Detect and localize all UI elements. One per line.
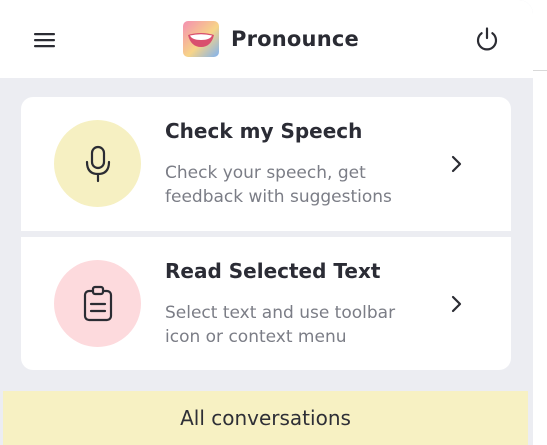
check-speech-description: Check your speech, get feedback with sug… <box>165 163 392 207</box>
divider <box>533 70 547 71</box>
check-speech-title: Check my Speech <box>165 119 363 143</box>
app-title: Pronounce <box>231 27 359 51</box>
microphone-icon <box>85 145 110 182</box>
read-text-title: Read Selected Text <box>165 259 381 283</box>
power-button[interactable] <box>473 25 501 53</box>
chevron-right-icon <box>451 155 462 173</box>
header-bar: Pronounce <box>0 0 533 78</box>
chevron-right-icon <box>451 295 462 313</box>
extension-popup: Pronounce Check my Speech Check your spe… <box>0 0 533 445</box>
check-speech-icon-circle <box>54 120 141 207</box>
check-speech-card[interactable]: Check my Speech Check your speech, get f… <box>21 97 511 231</box>
smiling-mouth-logo <box>183 21 219 57</box>
brand: Pronounce <box>183 21 359 57</box>
read-selected-text-card[interactable]: Read Selected Text Select text and use t… <box>21 237 511 370</box>
power-icon <box>476 27 498 51</box>
read-text-icon-circle <box>54 260 141 347</box>
all-conversations-button[interactable]: All conversations <box>3 391 528 445</box>
clipboard-icon <box>83 285 112 321</box>
menu-button[interactable] <box>32 29 58 51</box>
read-text-description: Select text and use toolbar icon or cont… <box>165 303 396 347</box>
hamburger-menu-icon <box>34 33 55 48</box>
